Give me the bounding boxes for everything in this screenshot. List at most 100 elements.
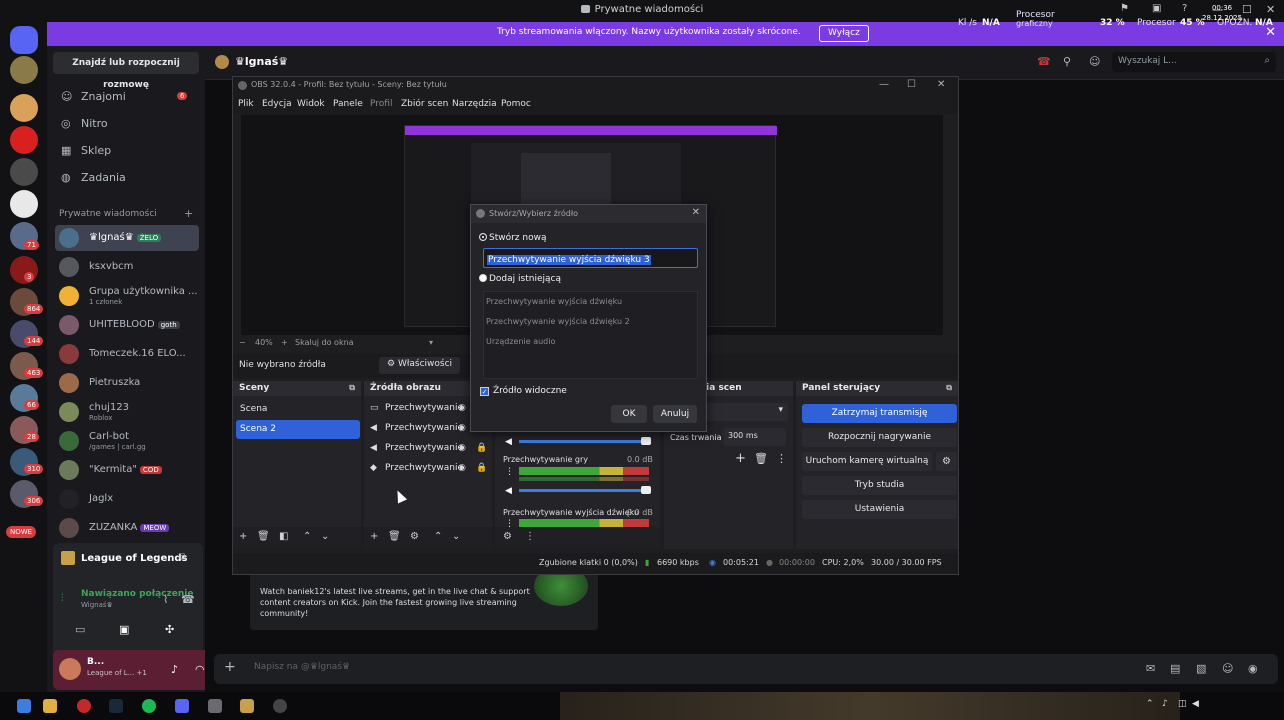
menu-file[interactable]: Plik xyxy=(238,99,254,109)
mixer-menu-icon[interactable]: ⋮ xyxy=(505,467,514,477)
spotify-icon[interactable] xyxy=(142,699,156,713)
pinned-icon[interactable]: ⚲ xyxy=(1063,55,1071,68)
dm-item[interactable]: Tomeczek.16 ELO... xyxy=(55,341,199,367)
sticker-icon[interactable]: ▧ xyxy=(1196,662,1206,675)
remove-scene-icon[interactable]: 🗑 xyxy=(257,531,270,542)
source-item[interactable]: ◆ Przechwytywanie ◉ 🔒 xyxy=(370,463,488,481)
gif-icon[interactable]: ▤ xyxy=(1170,662,1180,675)
source-item[interactable]: ◀ Przechwytywanie ◉ 🔒 xyxy=(370,443,488,461)
scene-item-selected[interactable]: Scena 2 xyxy=(236,420,360,439)
volume-icon[interactable]: ◀ xyxy=(1192,699,1199,709)
apps-icon[interactable]: ◉ xyxy=(1248,662,1258,675)
discord-icon[interactable] xyxy=(175,699,189,713)
filter-icon[interactable]: ◧ xyxy=(279,531,288,542)
close-dialog-icon[interactable]: ✕ xyxy=(692,207,700,218)
move-down-icon[interactable]: ⌄ xyxy=(321,531,329,542)
disable-streamer-mode-button[interactable]: Wyłącz xyxy=(819,25,869,42)
nav-quests[interactable]: ◍ Zadania xyxy=(61,171,126,184)
obs-icon[interactable] xyxy=(273,699,287,713)
inbox-icon[interactable]: ⚑ xyxy=(1120,3,1129,14)
add-existing-radio[interactable]: Dodaj istniejącą xyxy=(479,274,561,284)
volume-knob[interactable] xyxy=(641,437,651,445)
server-icon[interactable] xyxy=(10,94,38,122)
avatar[interactable] xyxy=(59,658,81,680)
obs-close-button[interactable]: ✕ xyxy=(937,79,945,90)
mute-icon[interactable]: ◀ xyxy=(505,437,512,447)
menu-tools[interactable]: Narzędzia xyxy=(452,99,497,109)
menu-edit[interactable]: Edycja xyxy=(262,99,292,109)
obs-minimize-button[interactable]: — xyxy=(879,79,889,90)
add-source-icon[interactable]: + xyxy=(370,531,378,542)
server-icon[interactable] xyxy=(10,56,38,84)
network-icon[interactable]: ◫ xyxy=(1178,699,1187,709)
visibility-icon[interactable]: ◉ xyxy=(458,403,466,413)
server-icon[interactable] xyxy=(10,190,38,218)
stop-stream-button[interactable]: Zatrzymaj transmisję xyxy=(802,404,957,423)
dm-item[interactable]: Carl-bot/games | carl.gg xyxy=(55,428,199,454)
remove-transition-icon[interactable]: 🗑 xyxy=(754,452,768,465)
create-new-radio[interactable]: Stwórz nową xyxy=(479,233,546,243)
transition-menu-icon[interactable]: ⋮ xyxy=(776,452,787,465)
visibility-icon[interactable]: ◉ xyxy=(458,463,466,473)
lock-icon[interactable]: 🔒 xyxy=(476,463,487,473)
activity-popout-icon[interactable]: ⧉ xyxy=(179,552,186,563)
mic-tray-icon[interactable]: ♪ xyxy=(1162,699,1168,709)
settings-button[interactable]: Ustawienia xyxy=(802,500,957,519)
move-up-icon[interactable]: ⌃ xyxy=(303,531,311,542)
headphones-icon[interactable]: ◠ xyxy=(195,663,205,676)
volume-knob[interactable] xyxy=(641,486,651,494)
move-up-icon[interactable]: ⌃ xyxy=(434,531,442,542)
dm-item[interactable]: "Kermita" COD xyxy=(55,457,199,483)
undock-icon[interactable]: ⧉ xyxy=(349,383,355,393)
existing-source-item[interactable]: Urządzenie audio xyxy=(486,337,555,346)
call-icon[interactable]: ☎ xyxy=(1037,55,1051,68)
properties-button[interactable]: ⚙ Właściwości xyxy=(379,357,461,374)
duration-input[interactable]: 300 ms xyxy=(724,428,786,446)
chat-search-input[interactable]: Wyszukaj L... ⌕ xyxy=(1112,52,1276,72)
volume-slider[interactable] xyxy=(519,489,649,492)
mixer-menu-icon[interactable]: ⋮ xyxy=(525,531,535,542)
dm-item[interactable]: ♛lgnaś♛ ŻELO xyxy=(55,225,199,251)
source-name-input[interactable]: Przechwytywanie wyjścia dźwięku 3 xyxy=(483,248,698,268)
camera-icon[interactable]: ▭ xyxy=(75,623,85,636)
tray-chevron-icon[interactable]: ⌃ xyxy=(1146,699,1154,709)
find-conversation-button[interactable]: Znajdź lub rozpocznij rozmowę xyxy=(53,52,199,90)
gift-icon[interactable]: ✉ xyxy=(1146,662,1155,675)
dm-item[interactable]: Pietruszka xyxy=(55,370,199,396)
nav-shop[interactable]: ▦ Sklep xyxy=(61,144,111,157)
menu-view[interactable]: Widok xyxy=(297,99,325,109)
cancel-button[interactable]: Anuluj xyxy=(653,405,697,423)
existing-source-item[interactable]: Przechwytywanie wyjścia dźwięku 2 xyxy=(486,317,630,326)
obs-maximize-button[interactable]: ☐ xyxy=(907,79,916,90)
close-window-button[interactable]: ✕ xyxy=(1266,3,1275,16)
menu-help[interactable]: Pomoc xyxy=(501,99,531,109)
dm-item[interactable]: Grupa użytkownika ... 1 członek xyxy=(55,283,199,309)
user-profile-icon[interactable]: ☺ xyxy=(1089,55,1100,68)
nav-nitro[interactable]: ◎ Nitro xyxy=(61,117,108,130)
opera-icon[interactable] xyxy=(77,699,91,713)
help-icon[interactable]: ? xyxy=(1182,3,1187,14)
move-down-icon[interactable]: ⌄ xyxy=(452,531,460,542)
dm-item[interactable]: chuj123 Roblox xyxy=(55,399,199,425)
virtual-camera-settings-icon[interactable]: ⚙ xyxy=(936,452,957,471)
add-transition-icon[interactable]: + xyxy=(735,451,746,466)
zoom-plus-icon[interactable]: + xyxy=(281,338,288,347)
noise-suppression-icon[interactable]: ⌇ xyxy=(163,593,168,606)
volume-slider[interactable] xyxy=(519,440,649,443)
server-icon[interactable] xyxy=(10,158,38,186)
server-icon[interactable] xyxy=(10,126,38,154)
add-attachment-icon[interactable]: + xyxy=(224,659,236,675)
zoom-fit-label[interactable]: Skaluj do okna xyxy=(295,338,354,347)
menu-scene-collection[interactable]: Zbiór scen xyxy=(401,99,448,109)
dm-item[interactable]: UHITEBLOOD goth xyxy=(55,312,199,338)
source-visible-checkbox[interactable]: ✓ Źródło widoczne xyxy=(480,386,567,396)
undock-icon[interactable]: ⧉ xyxy=(946,383,952,393)
ok-button[interactable]: OK xyxy=(611,405,647,423)
menu-docks[interactable]: Panele xyxy=(333,99,363,109)
dm-item[interactable]: ZUZANKA MEOW xyxy=(55,515,199,541)
disconnect-icon[interactable]: ☎ xyxy=(181,593,195,606)
taskbar-clock[interactable]: 00:36 28.12.2025 xyxy=(1202,3,1242,23)
dm-item[interactable]: Jaglx xyxy=(55,486,199,512)
studio-mode-button[interactable]: Tryb studia xyxy=(802,476,957,495)
maximize-button[interactable]: ☐ xyxy=(1242,3,1252,16)
